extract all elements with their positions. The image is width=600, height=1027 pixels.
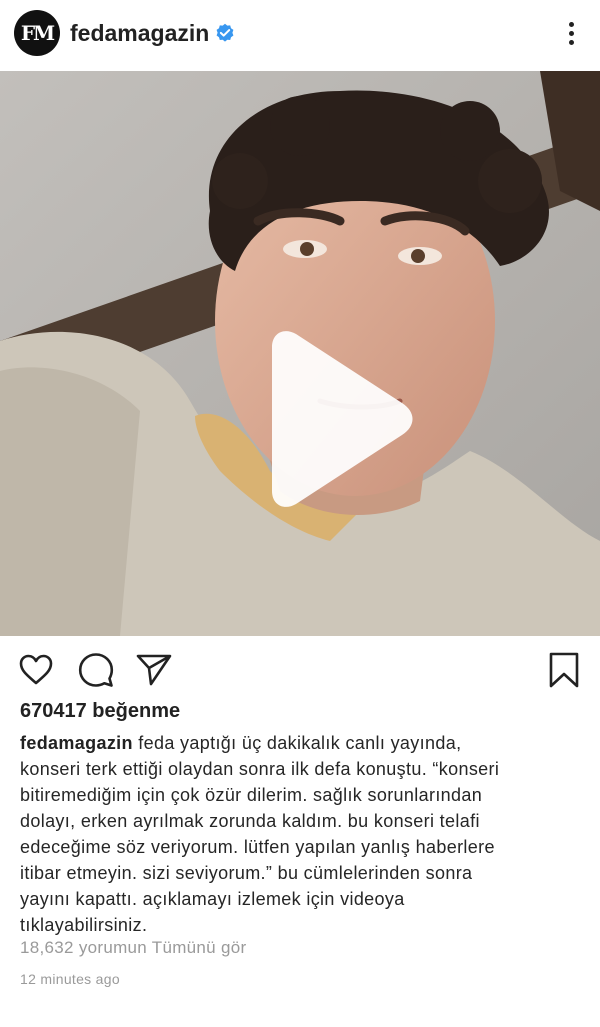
likes-count[interactable]: 670417 beğenme — [20, 700, 180, 723]
bookmark-icon[interactable] — [544, 650, 584, 690]
caption-line: yayını kapattı. açıklamayı izlemek için … — [20, 889, 405, 909]
caption-line: edeceğime söz veriyorum. lütfen yapılan … — [20, 837, 495, 857]
caption-line: konseri terk ettiği olaydan sonra ilk de… — [20, 759, 500, 779]
caption-line: bitiremediğim için çok özür dilerim. sağ… — [20, 785, 483, 805]
post-username[interactable]: fedamagazin — [70, 20, 209, 47]
avatar[interactable]: FM — [14, 10, 60, 56]
caption-line: feda yaptığı üç dakikalık canlı yayında, — [132, 733, 462, 753]
play-icon[interactable] — [250, 329, 418, 509]
send-icon[interactable] — [134, 650, 174, 690]
post-actions — [0, 646, 600, 694]
post-caption: fedamagazin feda yaptığı üç dakikalık ca… — [20, 730, 585, 938]
caption-username[interactable]: fedamagazin — [20, 733, 133, 753]
caption-line: itibar etmeyin. sizi seviyorum.” bu cüml… — [20, 863, 473, 883]
caption-line: tıklayabilirsiniz. — [20, 915, 148, 935]
verified-badge-icon — [216, 23, 234, 42]
more-options-icon[interactable] — [556, 13, 586, 53]
heart-icon[interactable] — [16, 650, 56, 690]
view-comments-link[interactable]: 18,632 yorumun Tümünü gör — [20, 938, 246, 958]
caption-line: dolayı, erken ayrılmak zorunda kaldım. b… — [20, 811, 480, 831]
post-timestamp: 12 minutes ago — [20, 971, 120, 987]
post-header: FM fedamagazin — [0, 0, 600, 66]
comment-icon[interactable] — [76, 650, 116, 690]
post-video[interactable] — [0, 71, 600, 636]
